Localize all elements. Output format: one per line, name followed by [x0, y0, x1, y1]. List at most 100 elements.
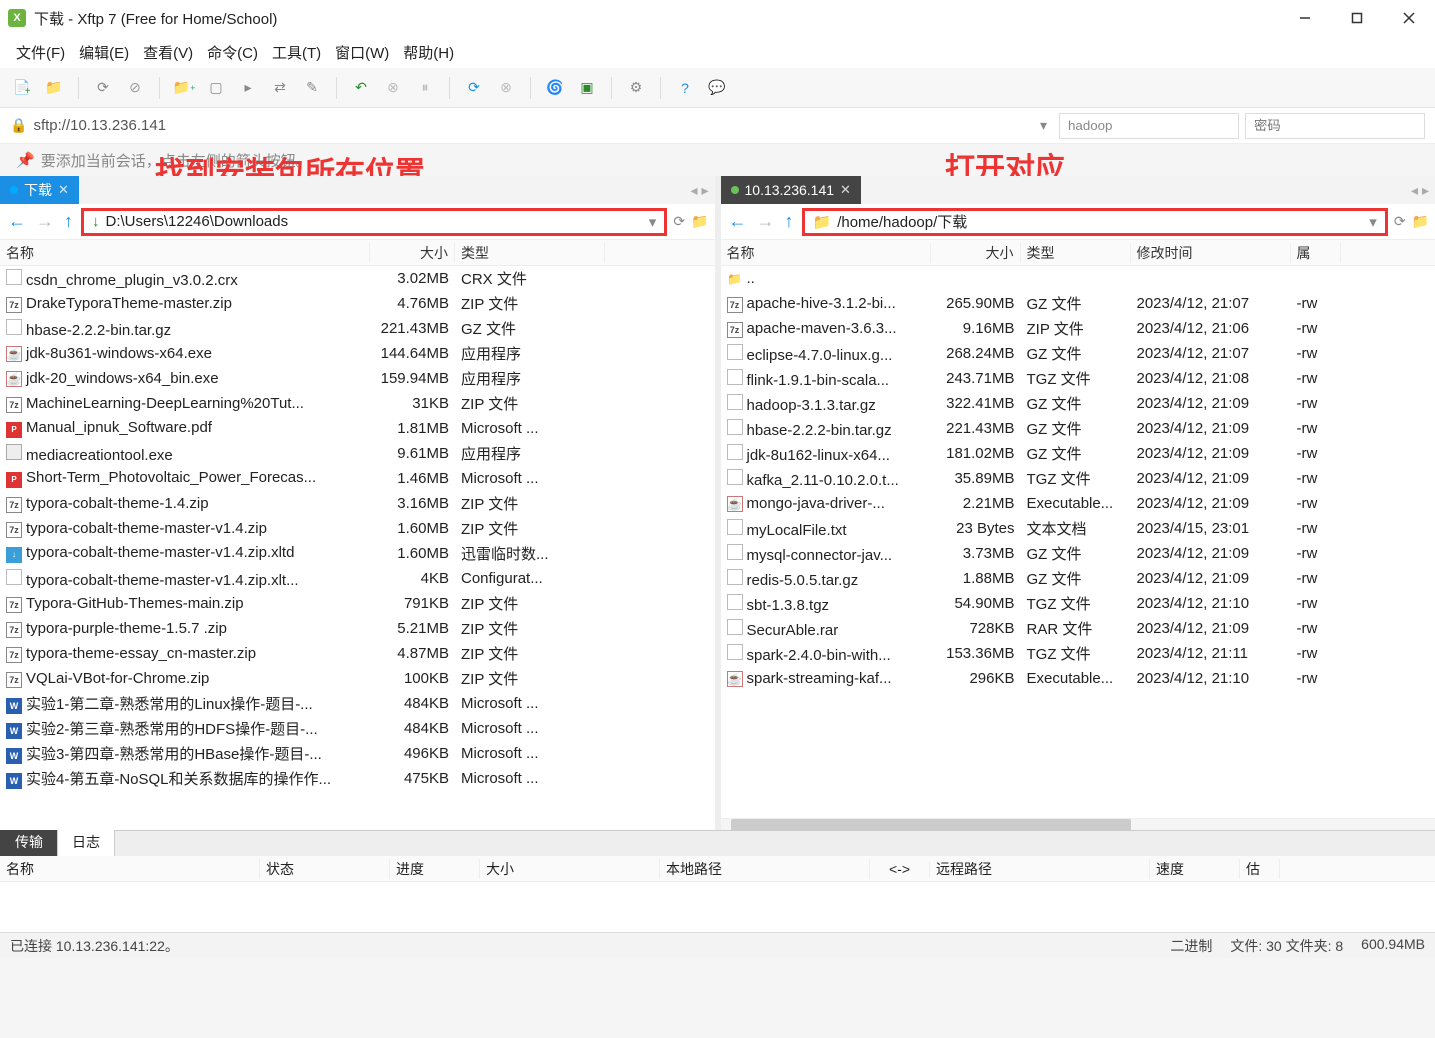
sync-icon[interactable]: ⇄	[268, 76, 292, 100]
file-row[interactable]: W实验1-第二章-熟悉常用的Linux操作-题目-...484KBMicroso…	[0, 691, 715, 716]
file-row[interactable]: csdn_chrome_plugin_v3.0.2.crx3.02MBCRX 文…	[0, 266, 715, 291]
file-row[interactable]: SecurAble.rar728KBRAR 文件2023/4/12, 21:09…	[721, 616, 1435, 641]
file-row[interactable]: ↓typora-cobalt-theme-master-v1.4.zip.xlt…	[0, 541, 715, 566]
file-row[interactable]: 7zapache-hive-3.1.2-bi...265.90MBGZ 文件20…	[721, 291, 1435, 316]
back-icon[interactable]: ←	[6, 211, 28, 232]
swirl-icon[interactable]: 🌀	[543, 76, 567, 100]
password-field[interactable]	[1245, 113, 1425, 139]
new-session-icon[interactable]: 📄+	[10, 76, 34, 100]
disconnect-icon[interactable]: ⊘	[123, 76, 147, 100]
tcol-size[interactable]: 大小	[480, 859, 660, 879]
path-dropdown-icon[interactable]: ▾	[649, 213, 657, 231]
file-row[interactable]: W实验3-第四章-熟悉常用的HBase操作-题目-...496KBMicroso…	[0, 741, 715, 766]
play-icon[interactable]: ▸	[236, 76, 260, 100]
help-icon[interactable]: ?	[673, 76, 697, 100]
file-row[interactable]: 7ztypora-cobalt-theme-master-v1.4.zip1.6…	[0, 516, 715, 541]
refresh-icon[interactable]: ⟳	[462, 76, 486, 100]
file-row[interactable]: W实验4-第五章-NoSQL和关系数据库的操作作...475KBMicrosof…	[0, 766, 715, 791]
refresh-local-icon[interactable]: ⟳	[673, 213, 685, 230]
file-row[interactable]: hadoop-3.1.3.tar.gz322.41MBGZ 文件2023/4/1…	[721, 391, 1435, 416]
transfer-tab[interactable]: 传输	[0, 827, 58, 856]
file-row[interactable]: typora-cobalt-theme-master-v1.4.zip.xlt.…	[0, 566, 715, 591]
rpath-dropdown-icon[interactable]: ▾	[1369, 213, 1377, 231]
address-dropdown-icon[interactable]: ▾	[1034, 117, 1053, 134]
tcol-eta[interactable]: 估	[1240, 859, 1280, 879]
username-field[interactable]	[1059, 113, 1239, 139]
settings-icon[interactable]: ⚙	[624, 76, 648, 100]
file-row[interactable]: 7zDrakeTyporaTheme-master.zip4.76MBZIP 文…	[0, 291, 715, 316]
rcol-type[interactable]: 类型	[1021, 243, 1131, 263]
file-row[interactable]: 7ztypora-cobalt-theme-1.4.zip3.16MBZIP 文…	[0, 491, 715, 516]
forward-icon[interactable]: →	[34, 211, 56, 232]
menu-tool[interactable]: 工具(T)	[272, 42, 321, 63]
menu-edit[interactable]: 编辑(E)	[79, 42, 129, 63]
file-row[interactable]: mysql-connector-jav...3.73MBGZ 文件2023/4/…	[721, 541, 1435, 566]
rback-icon[interactable]: ←	[727, 211, 749, 232]
rforward-icon[interactable]: →	[755, 211, 777, 232]
edit-icon[interactable]: ✎	[300, 76, 324, 100]
file-row[interactable]: 7zapache-maven-3.6.3...9.16MBZIP 文件2023/…	[721, 316, 1435, 341]
file-row[interactable]: 7ztypora-theme-essay_cn-master.zip4.87MB…	[0, 641, 715, 666]
up-icon[interactable]: ↑	[62, 211, 75, 232]
menu-view[interactable]: 查看(V)	[143, 42, 193, 63]
rtab-prev-icon[interactable]: ◂	[1411, 182, 1418, 199]
browse-local-icon[interactable]: 📁	[691, 213, 708, 230]
reconnect-icon[interactable]: ⟳	[91, 76, 115, 100]
col-type[interactable]: 类型	[455, 243, 605, 263]
file-row[interactable]: 7zVQLai-VBot-for-Chrome.zip100KBZIP 文件	[0, 666, 715, 691]
remote-tab[interactable]: 10.13.236.141 ✕	[721, 176, 861, 204]
file-row[interactable]: ☕jdk-8u361-windows-x64.exe144.64MB应用程序	[0, 341, 715, 366]
stop2-icon[interactable]: ⊗	[494, 76, 518, 100]
tcol-dir[interactable]: <->	[870, 861, 930, 877]
menu-help[interactable]: 帮助(H)	[403, 42, 454, 63]
tcol-status[interactable]: 状态	[260, 859, 390, 879]
local-tab[interactable]: 下载 ✕	[0, 176, 79, 204]
close-button[interactable]	[1383, 0, 1435, 36]
monitor-icon[interactable]: ▣	[575, 76, 599, 100]
file-row[interactable]: ☕mongo-java-driver-...2.21MBExecutable..…	[721, 491, 1435, 516]
file-row[interactable]: redis-5.0.5.tar.gz1.88MBGZ 文件2023/4/12, …	[721, 566, 1435, 591]
file-row[interactable]: W实验2-第三章-熟悉常用的HDFS操作-题目-...484KBMicrosof…	[0, 716, 715, 741]
file-row[interactable]: spark-2.4.0-bin-with...153.36MBTGZ 文件202…	[721, 641, 1435, 666]
rcol-size[interactable]: 大小	[931, 243, 1021, 263]
log-tab[interactable]: 日志	[57, 827, 115, 856]
file-row[interactable]: sbt-1.3.8.tgz54.90MBTGZ 文件2023/4/12, 21:…	[721, 591, 1435, 616]
rtab-next-icon[interactable]: ▸	[1422, 182, 1429, 199]
file-row[interactable]: eclipse-4.7.0-linux.g...268.24MBGZ 文件202…	[721, 341, 1435, 366]
tcol-local[interactable]: 本地路径	[660, 859, 870, 879]
chat-icon[interactable]: 💬	[705, 76, 729, 100]
properties-icon[interactable]: ▢	[204, 76, 228, 100]
file-row[interactable]: PShort-Term_Photovoltaic_Power_Forecas..…	[0, 466, 715, 491]
rcol-mod[interactable]: 修改时间	[1131, 243, 1291, 263]
refresh-remote-icon[interactable]: ⟳	[1394, 213, 1406, 230]
col-name[interactable]: 名称	[0, 243, 370, 263]
tcol-speed[interactable]: 速度	[1150, 859, 1240, 879]
file-row[interactable]: hbase-2.2.2-bin.tar.gz221.43MBGZ 文件2023/…	[721, 416, 1435, 441]
maximize-button[interactable]	[1331, 0, 1383, 36]
file-row[interactable]: ☕spark-streaming-kaf...296KBExecutable..…	[721, 666, 1435, 691]
menu-window[interactable]: 窗口(W)	[335, 42, 389, 63]
browse-remote-icon[interactable]: 📁	[1412, 213, 1429, 230]
parent-dir-row[interactable]: 📁..	[721, 266, 1435, 291]
file-row[interactable]: mediacreationtool.exe9.61MB应用程序	[0, 441, 715, 466]
file-row[interactable]: ☕jdk-20_windows-x64_bin.exe159.94MB应用程序	[0, 366, 715, 391]
stop-icon[interactable]: ⊗	[381, 76, 405, 100]
file-row[interactable]: myLocalFile.txt23 Bytes文本文档2023/4/15, 23…	[721, 516, 1435, 541]
file-row[interactable]: PManual_ipnuk_Software.pdf1.81MBMicrosof…	[0, 416, 715, 441]
local-file-list[interactable]: csdn_chrome_plugin_v3.0.2.crx3.02MBCRX 文…	[0, 266, 715, 830]
tcol-name[interactable]: 名称	[0, 859, 260, 879]
menu-file[interactable]: 文件(F)	[16, 42, 65, 63]
local-tab-close-icon[interactable]: ✕	[58, 182, 69, 198]
open-folder-icon[interactable]: 📁	[42, 76, 66, 100]
file-row[interactable]: 7zMachineLearning-DeepLearning%20Tut...3…	[0, 391, 715, 416]
local-path-field[interactable]: ↓ D:\Users\12246\Downloads ▾	[81, 208, 667, 236]
rcol-name[interactable]: 名称	[721, 243, 931, 263]
pause-icon[interactable]: ⏸	[413, 76, 437, 100]
tcol-remote[interactable]: 远程路径	[930, 859, 1150, 879]
file-row[interactable]: kafka_2.11-0.10.2.0.t...35.89MBTGZ 文件202…	[721, 466, 1435, 491]
remote-tab-close-icon[interactable]: ✕	[840, 182, 851, 198]
new-folder-icon[interactable]: 📁+	[172, 76, 196, 100]
file-row[interactable]: flink-1.9.1-bin-scala...243.71MBTGZ 文件20…	[721, 366, 1435, 391]
file-row[interactable]: 7ztypora-purple-theme-1.5.7 .zip5.21MBZI…	[0, 616, 715, 641]
tab-next-icon[interactable]: ▸	[701, 182, 708, 199]
